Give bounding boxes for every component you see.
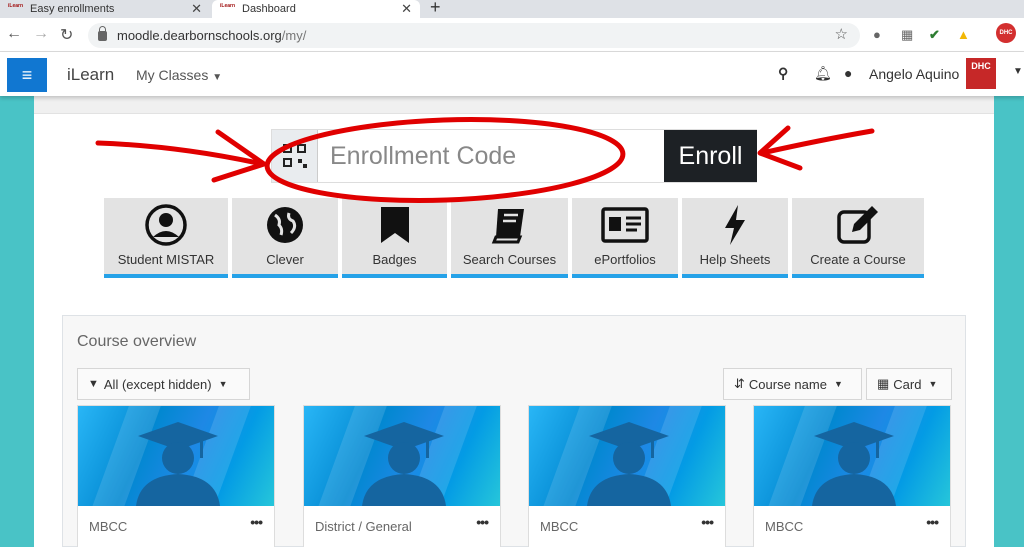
more-options-icon[interactable]: ••• bbox=[926, 514, 939, 530]
course-category: District / General bbox=[315, 519, 412, 534]
user-menu-caret-icon[interactable]: ▼ bbox=[1013, 66, 1023, 77]
graduate-silhouette-icon bbox=[362, 422, 446, 506]
tile-badges[interactable]: Badges bbox=[342, 198, 447, 278]
my-classes-label: My Classes bbox=[136, 67, 209, 83]
messages-icon[interactable]: ● bbox=[844, 65, 852, 81]
close-tab-icon[interactable]: ✕ bbox=[191, 1, 202, 17]
graduate-silhouette-icon bbox=[136, 422, 220, 506]
sort-icon: ⇵ bbox=[734, 376, 745, 391]
enrollment-form: Enroll bbox=[271, 129, 757, 183]
ilearn-favicon-icon: iLearn bbox=[220, 3, 236, 9]
forward-icon[interactable]: → bbox=[33, 25, 49, 43]
my-classes-menu[interactable]: My Classes ▼ bbox=[136, 67, 222, 83]
extension-icon[interactable]: ● bbox=[873, 27, 881, 42]
chevron-down-icon: ▼ bbox=[212, 72, 223, 83]
site-navbar: ≡ iLearn My Classes ▼ ⚲ 🔔︎ ● Angelo Aqui… bbox=[0, 52, 1024, 96]
sort-label: Course name bbox=[748, 376, 827, 392]
user-circle-icon bbox=[104, 198, 228, 252]
url-host: moodle.dearbornschools.org bbox=[117, 28, 282, 43]
course-category: MBCC bbox=[540, 519, 579, 534]
edit-icon bbox=[792, 198, 924, 252]
tile-label: Badges bbox=[372, 252, 417, 267]
tile-student-mistar[interactable]: Student MISTAR bbox=[104, 198, 228, 278]
tile-label: ePortfolios bbox=[594, 252, 656, 267]
search-icon[interactable]: ⚲ bbox=[778, 65, 788, 82]
course-image[interactable] bbox=[529, 406, 725, 506]
filter-label: All (except hidden) bbox=[103, 376, 212, 392]
lock-icon bbox=[98, 25, 107, 41]
tile-help-sheets[interactable]: Help Sheets bbox=[682, 198, 788, 278]
chevron-down-icon: ▼ bbox=[928, 379, 938, 389]
tile-label: Search Courses bbox=[462, 252, 557, 267]
filter-icon: ▼ bbox=[88, 378, 99, 390]
course-overview-title: Course overview bbox=[77, 333, 197, 350]
browser-tab-easy-enrollments[interactable]: iLearn Easy enrollments ✕ bbox=[0, 0, 210, 18]
view-label: Card bbox=[893, 376, 922, 392]
site-brand[interactable]: iLearn bbox=[67, 65, 114, 85]
browser-toolbar: ← → ↻ moodle.dearbornschools.org/my/ ☆ ●… bbox=[0, 18, 1024, 52]
course-category: MBCC bbox=[89, 519, 128, 534]
browser-tab-bar: iLearn Easy enrollments ✕ iLearn Dashboa… bbox=[0, 0, 1024, 18]
hamburger-icon: ≡ bbox=[21, 65, 33, 85]
tile-label: Student MISTAR bbox=[117, 252, 215, 267]
course-card[interactable]: MBCC ••• bbox=[77, 405, 275, 547]
url-path: /my/ bbox=[281, 28, 307, 43]
course-category: MBCC bbox=[765, 519, 804, 534]
reload-icon[interactable]: ↻ bbox=[60, 25, 73, 45]
new-tab-icon[interactable]: + bbox=[430, 0, 441, 18]
menu-toggle-button[interactable]: ≡ bbox=[7, 58, 47, 92]
close-tab-icon[interactable]: ✕ bbox=[401, 1, 412, 17]
book-icon bbox=[451, 198, 568, 252]
tile-clever[interactable]: Clever bbox=[232, 198, 338, 278]
browser-profile-avatar[interactable]: DHC bbox=[996, 23, 1016, 43]
more-options-icon[interactable]: ••• bbox=[476, 514, 489, 530]
back-icon[interactable]: ← bbox=[6, 25, 22, 43]
chevron-down-icon: ▼ bbox=[218, 379, 228, 389]
view-dropdown[interactable]: ▦ Card ▼ bbox=[866, 368, 952, 400]
course-image[interactable] bbox=[78, 406, 274, 506]
course-card[interactable]: District / General ••• bbox=[303, 405, 501, 547]
grid-icon: ▦ bbox=[877, 376, 890, 391]
chevron-down-icon: ▼ bbox=[833, 379, 843, 389]
course-image[interactable] bbox=[304, 406, 500, 506]
graduate-silhouette-icon bbox=[587, 422, 671, 506]
url-bar[interactable]: moodle.dearbornschools.org/my/ ☆ bbox=[88, 23, 860, 48]
tile-label: Create a Course bbox=[810, 252, 906, 267]
sort-dropdown[interactable]: ⇵ Course name ▼ bbox=[723, 368, 862, 400]
tab-title: Easy enrollments bbox=[30, 3, 115, 15]
user-avatar[interactable]: DHC bbox=[966, 58, 996, 89]
bookmark-star-icon[interactable]: ☆ bbox=[835, 25, 848, 43]
course-card[interactable]: MBCC ••• bbox=[753, 405, 951, 547]
enroll-button[interactable]: Enroll bbox=[664, 130, 757, 182]
bolt-icon bbox=[682, 198, 788, 252]
thumb-extension-icon[interactable]: ▲ bbox=[957, 27, 970, 42]
more-options-icon[interactable]: ••• bbox=[250, 514, 263, 530]
ilearn-favicon-icon: iLearn bbox=[8, 3, 24, 9]
tile-label: Help Sheets bbox=[699, 252, 771, 267]
tile-label: Clever bbox=[266, 252, 304, 267]
more-options-icon[interactable]: ••• bbox=[701, 514, 714, 530]
course-overview-block: Course overview ▼ All (except hidden) ▼ … bbox=[62, 315, 966, 547]
notification-bell-icon[interactable]: 🔔︎ bbox=[814, 65, 832, 82]
tile-eportfolios[interactable]: ePortfolios bbox=[572, 198, 678, 278]
tab-title: Dashboard bbox=[242, 3, 296, 15]
enrollment-code-input[interactable] bbox=[319, 130, 664, 182]
quick-links: Student MISTAR Clever Badges Search Cour… bbox=[104, 198, 924, 278]
qr-code-icon bbox=[282, 144, 307, 168]
user-name[interactable]: Angelo Aquino bbox=[869, 66, 959, 82]
grid-extension-icon[interactable]: ▦ bbox=[901, 27, 913, 43]
page-top-strip bbox=[34, 96, 994, 114]
id-card-icon bbox=[572, 198, 678, 252]
tile-search-courses[interactable]: Search Courses bbox=[451, 198, 568, 278]
course-image[interactable] bbox=[754, 406, 950, 506]
browser-tab-dashboard[interactable]: iLearn Dashboard ✕ bbox=[212, 0, 420, 18]
course-card[interactable]: MBCC ••• bbox=[528, 405, 726, 547]
qr-code-button[interactable] bbox=[272, 130, 318, 182]
check-extension-icon[interactable]: ✔ bbox=[929, 27, 940, 43]
bookmark-icon bbox=[342, 198, 447, 252]
globe-icon bbox=[232, 198, 338, 252]
tile-create-a-course[interactable]: Create a Course bbox=[792, 198, 924, 278]
filter-dropdown[interactable]: ▼ All (except hidden) ▼ bbox=[77, 368, 250, 400]
graduate-silhouette-icon bbox=[812, 422, 896, 506]
